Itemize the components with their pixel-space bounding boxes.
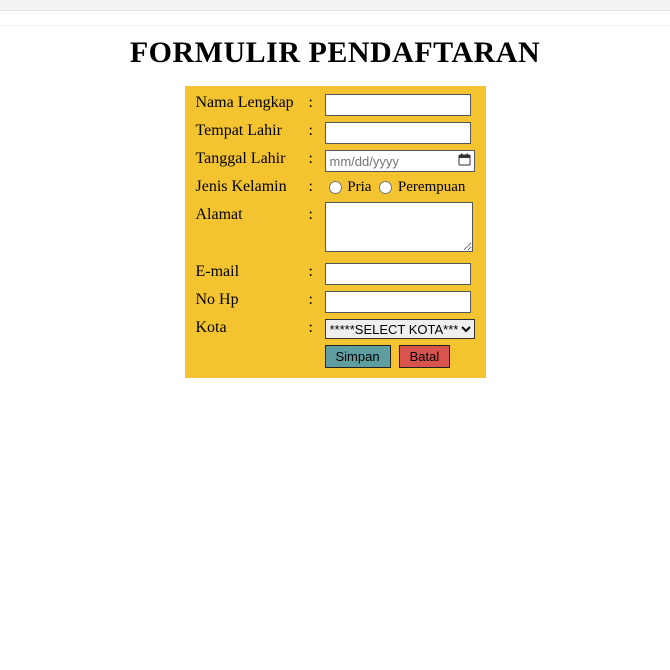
colon: : <box>306 289 320 315</box>
form-container: Nama Lengkap : Tempat Lahir : Tanggal La… <box>0 86 670 378</box>
label-email: E-mail <box>193 261 304 287</box>
window-topbar <box>0 0 670 11</box>
colon: : <box>306 261 320 287</box>
input-nohp[interactable] <box>325 291 471 313</box>
colon: : <box>306 200 320 259</box>
row-gender: Jenis Kelamin : Pria Perempuan <box>193 176 478 198</box>
row-tempat: Tempat Lahir : <box>193 120 478 146</box>
row-nohp: No Hp : <box>193 289 478 315</box>
header-divider <box>0 11 670 26</box>
cancel-button[interactable]: Batal <box>399 345 451 368</box>
save-button[interactable]: Simpan <box>325 345 391 368</box>
radio-pria[interactable] <box>329 181 342 194</box>
registration-form: Nama Lengkap : Tempat Lahir : Tanggal La… <box>185 86 486 378</box>
label-nohp: No Hp <box>193 289 304 315</box>
row-tanggal: Tanggal Lahir : <box>193 148 478 174</box>
page-title: FORMULIR PENDAFTARAN <box>0 36 670 70</box>
row-buttons: Simpan Batal <box>193 343 478 370</box>
label-nama: Nama Lengkap <box>193 92 304 118</box>
label-radio-perempuan: Perempuan <box>398 179 465 195</box>
input-nama[interactable] <box>325 94 471 116</box>
row-kota: Kota : *****SELECT KOTA***** <box>193 317 478 341</box>
label-gender: Jenis Kelamin <box>193 176 304 198</box>
colon: : <box>306 317 320 341</box>
gender-group: Pria Perempuan <box>325 179 466 195</box>
radio-perempuan[interactable] <box>379 181 392 194</box>
label-radio-pria: Pria <box>347 179 371 195</box>
input-alamat[interactable] <box>325 202 473 252</box>
input-tanggal[interactable] <box>325 150 475 172</box>
colon: : <box>306 120 320 146</box>
input-email[interactable] <box>325 263 471 285</box>
input-tempat[interactable] <box>325 122 471 144</box>
colon: : <box>306 176 320 198</box>
row-email: E-mail : <box>193 261 478 287</box>
colon: : <box>306 92 320 118</box>
row-alamat: Alamat : <box>193 200 478 259</box>
label-tempat: Tempat Lahir <box>193 120 304 146</box>
colon: : <box>306 148 320 174</box>
label-alamat: Alamat <box>193 200 304 259</box>
row-nama: Nama Lengkap : <box>193 92 478 118</box>
select-kota[interactable]: *****SELECT KOTA***** <box>325 319 475 339</box>
label-kota: Kota <box>193 317 304 341</box>
label-tanggal: Tanggal Lahir <box>193 148 304 174</box>
